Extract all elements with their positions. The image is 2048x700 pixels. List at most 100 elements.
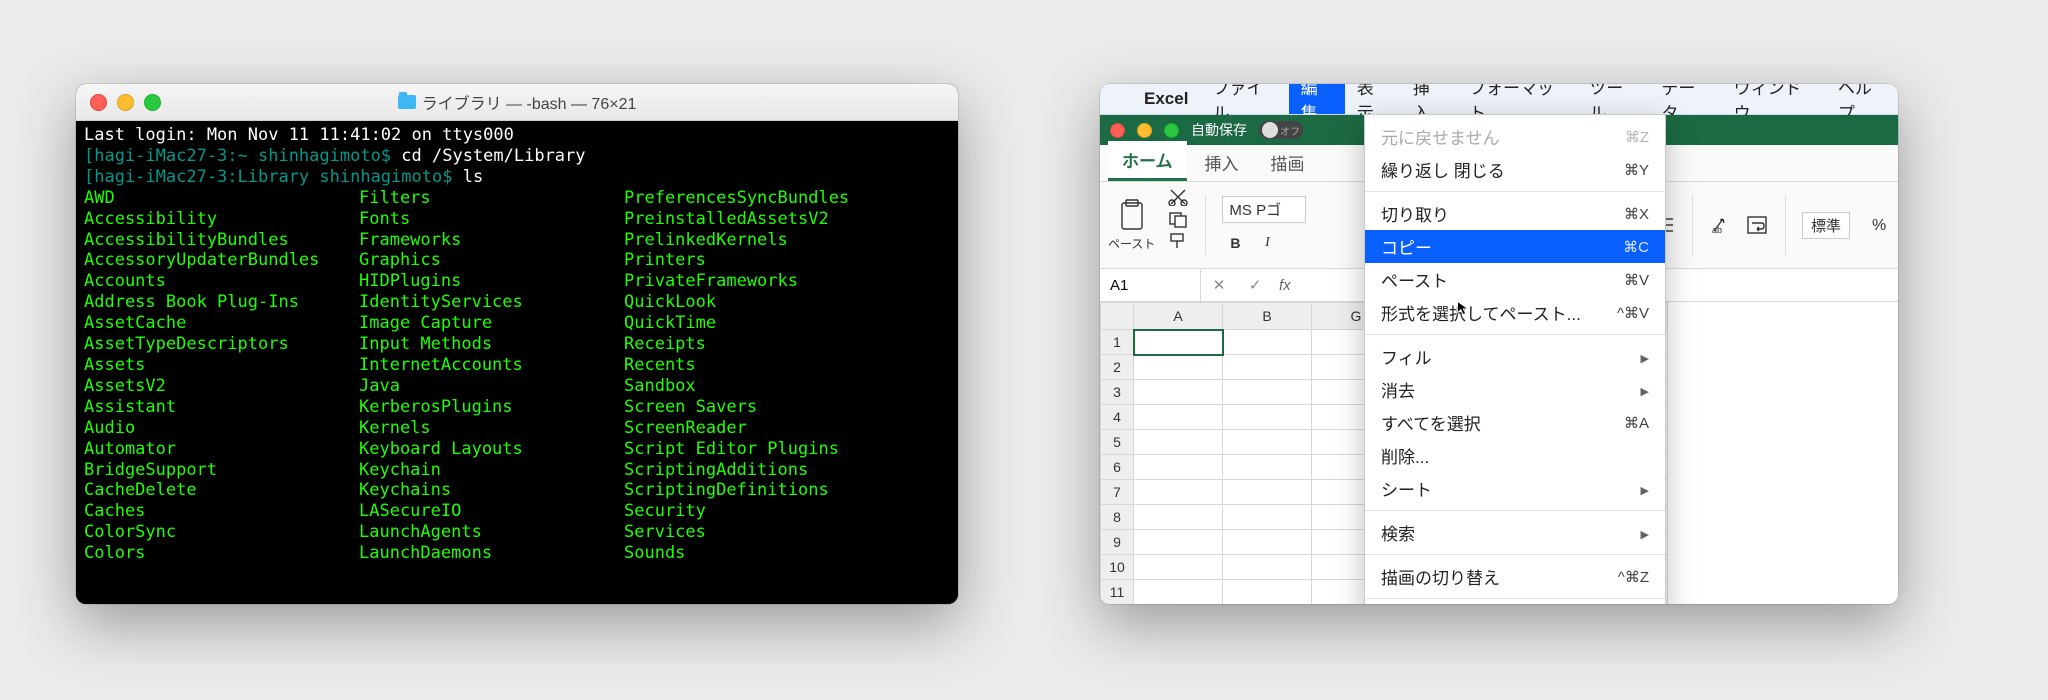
ribbon-tab-挿入[interactable]: 挿入: [1191, 144, 1253, 181]
minimize-button[interactable]: [117, 94, 134, 111]
ribbon-tab-ホーム[interactable]: ホーム: [1108, 141, 1187, 181]
close-button[interactable]: [90, 94, 107, 111]
paste-icon[interactable]: [1116, 199, 1148, 233]
row-header[interactable]: 4: [1101, 405, 1134, 430]
autosave-toggle[interactable]: オフ: [1259, 121, 1303, 139]
row-header[interactable]: 10: [1101, 555, 1134, 580]
menu-item-すべてを選択[interactable]: すべてを選択⌘A: [1365, 406, 1665, 439]
confirm-formula-icon[interactable]: ✓: [1237, 276, 1273, 294]
menu-表示[interactable]: 表示: [1345, 84, 1401, 114]
cell[interactable]: [1134, 555, 1223, 580]
autosave-label: 自動保存: [1191, 120, 1247, 140]
cell[interactable]: [1134, 580, 1223, 605]
bold-button[interactable]: B: [1222, 231, 1248, 255]
prompt-2: [hagi-iMac27-3:Library shinhagimoto$: [84, 167, 463, 187]
cell[interactable]: [1223, 580, 1312, 605]
menu-item-切り取り[interactable]: 切り取り⌘X: [1365, 197, 1665, 230]
format-painter-icon[interactable]: [1167, 232, 1189, 250]
cursor-icon: [1456, 300, 1472, 316]
cell[interactable]: [1223, 330, 1312, 355]
row-header[interactable]: 5: [1101, 430, 1134, 455]
cell[interactable]: [1223, 455, 1312, 480]
terminal-titlebar: ライブラリ — -bash — 76×21: [76, 84, 958, 121]
menu-ウィンドウ[interactable]: ウィンドウ: [1722, 84, 1826, 114]
fx-label[interactable]: fx: [1273, 277, 1291, 294]
col-header[interactable]: B: [1223, 303, 1312, 330]
last-login-line: Last login: Mon Nov 11 11:41:02 on ttys0…: [84, 125, 514, 145]
close-button[interactable]: [1110, 123, 1125, 138]
cell[interactable]: [1223, 505, 1312, 530]
menu-item-形式を選択してペースト...[interactable]: 形式を選択してペースト...^⌘V: [1365, 296, 1665, 329]
ls-output: AWD Accessibility AccessibilityBundles A…: [84, 188, 950, 564]
menu-item-描画の切り替え[interactable]: 描画の切り替え^⌘Z: [1365, 560, 1665, 593]
cell[interactable]: [1223, 355, 1312, 380]
minimize-button[interactable]: [1137, 123, 1152, 138]
row-header[interactable]: 1: [1101, 330, 1134, 355]
row-header[interactable]: 8: [1101, 505, 1134, 530]
cell[interactable]: [1223, 530, 1312, 555]
app-menu[interactable]: Excel: [1132, 84, 1200, 114]
menu-ヘルプ[interactable]: ヘルプ: [1826, 84, 1898, 114]
cell[interactable]: [1134, 380, 1223, 405]
cell[interactable]: [1134, 530, 1223, 555]
terminal-body[interactable]: Last login: Mon Nov 11 11:41:02 on ttys0…: [76, 121, 958, 604]
menu-挿入[interactable]: 挿入: [1401, 84, 1457, 114]
percent-icon[interactable]: %: [1868, 215, 1890, 235]
zoom-button[interactable]: [144, 94, 161, 111]
cell[interactable]: [1223, 555, 1312, 580]
name-box[interactable]: A1: [1100, 269, 1201, 301]
cell[interactable]: [1134, 330, 1223, 355]
menu-ツール[interactable]: ツール: [1577, 84, 1649, 114]
folder-icon: [398, 95, 416, 109]
svg-text:%: %: [1872, 217, 1886, 234]
menu-item-コピー[interactable]: コピー⌘C: [1365, 230, 1665, 263]
row-header[interactable]: 2: [1101, 355, 1134, 380]
orientation-icon[interactable]: ab: [1709, 214, 1733, 236]
menu-ファイル[interactable]: ファイル: [1200, 84, 1288, 114]
cell[interactable]: [1223, 430, 1312, 455]
paste-label: ペースト: [1108, 235, 1155, 252]
cell[interactable]: [1134, 355, 1223, 380]
menu-item-ペースト[interactable]: ペースト⌘V: [1365, 263, 1665, 296]
menu-item-シート[interactable]: シート: [1365, 472, 1665, 505]
cancel-formula-icon[interactable]: ✕: [1201, 276, 1237, 294]
menu-item-削除...[interactable]: 削除...: [1365, 439, 1665, 472]
col-header[interactable]: A: [1134, 303, 1223, 330]
menu-item-消去[interactable]: 消去: [1365, 373, 1665, 406]
cell[interactable]: [1134, 430, 1223, 455]
menu-フォーマット[interactable]: フォーマット: [1457, 84, 1577, 114]
cell[interactable]: [1134, 455, 1223, 480]
font-select[interactable]: MS Pゴ: [1222, 196, 1306, 223]
menu-item-元に戻せません: 元に戻せません⌘Z: [1365, 120, 1665, 153]
autosave-state: オフ: [1280, 123, 1300, 138]
cell[interactable]: [1134, 505, 1223, 530]
copy-icon[interactable]: [1167, 210, 1189, 228]
cell[interactable]: [1223, 380, 1312, 405]
italic-button[interactable]: I: [1254, 231, 1280, 255]
row-header[interactable]: 11: [1101, 580, 1134, 605]
menu-編集[interactable]: 編集: [1289, 84, 1345, 114]
menu-item-検索[interactable]: 検索: [1365, 516, 1665, 549]
excel-window: Excel ファイル編集表示挿入フォーマットツールデータウィンドウヘルプ 自動保…: [1100, 84, 1898, 604]
menu-データ[interactable]: データ: [1649, 84, 1721, 114]
row-header[interactable]: 7: [1101, 480, 1134, 505]
row-header[interactable]: 9: [1101, 530, 1134, 555]
traffic-lights: [76, 94, 161, 111]
edit-menu-dropdown: 元に戻せません⌘Z繰り返し 閉じる⌘Y 切り取り⌘Xコピー⌘Cペースト⌘V形式を選…: [1364, 114, 1666, 604]
cell[interactable]: [1223, 480, 1312, 505]
menu-item-繰り返し 閉じる[interactable]: 繰り返し 閉じる⌘Y: [1365, 153, 1665, 186]
wrap-text-icon[interactable]: [1745, 214, 1769, 236]
zoom-button[interactable]: [1164, 123, 1179, 138]
row-header[interactable]: 6: [1101, 455, 1134, 480]
cut-icon[interactable]: [1167, 188, 1189, 206]
terminal-window: ライブラリ — -bash — 76×21 Last login: Mon No…: [76, 84, 958, 604]
row-header[interactable]: 3: [1101, 380, 1134, 405]
cell[interactable]: [1134, 480, 1223, 505]
cell[interactable]: [1223, 405, 1312, 430]
menu-item-フィル[interactable]: フィル: [1365, 340, 1665, 373]
ribbon-tab-描画[interactable]: 描画: [1257, 144, 1319, 181]
command-1: cd /System/Library: [401, 146, 585, 166]
mac-menubar: Excel ファイル編集表示挿入フォーマットツールデータウィンドウヘルプ: [1100, 84, 1898, 115]
number-format-select[interactable]: 標準: [1802, 212, 1850, 239]
cell[interactable]: [1134, 405, 1223, 430]
